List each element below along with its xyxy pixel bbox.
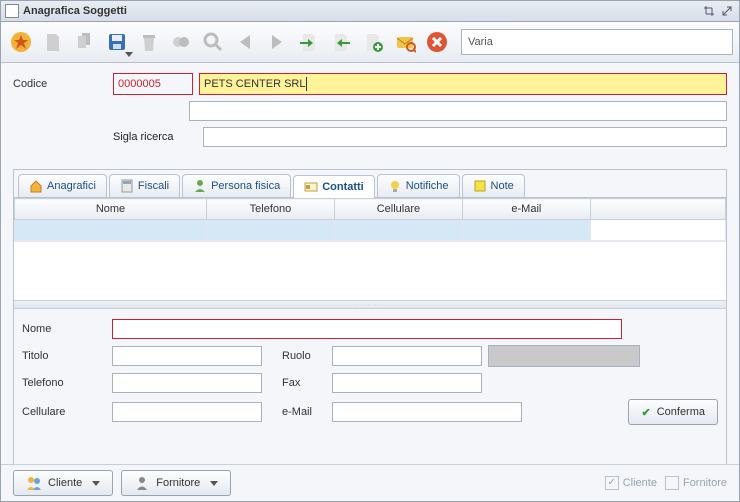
add-doc-button[interactable] — [359, 28, 387, 56]
person-icon — [193, 179, 207, 193]
mode-text: Varia — [468, 36, 493, 48]
titolo-label: Titolo — [22, 350, 112, 362]
import-button[interactable] — [295, 28, 323, 56]
grid-empty-area — [14, 241, 726, 300]
email-label: e-Mail — [282, 406, 332, 418]
tab-notifiche[interactable]: Notifiche — [377, 174, 460, 197]
home-icon — [29, 179, 43, 193]
header-form: Codice 0000005 PETS CENTER SRL Sigla ric… — [1, 63, 739, 163]
email-input[interactable] — [332, 402, 522, 422]
close-button[interactable] — [423, 28, 451, 56]
next-button[interactable] — [263, 28, 291, 56]
calc-icon — [120, 179, 134, 193]
fornitore-checkbox: Fornitore — [665, 476, 727, 490]
favorite-button[interactable] — [7, 28, 35, 56]
window: Anagrafica Soggetti Varia Codice 000000 — [0, 0, 740, 502]
sigla-field[interactable] — [203, 127, 727, 147]
splitter[interactable]: · · · · · — [14, 300, 726, 309]
tab-bar: Anagrafici Fiscali Persona fisica Contat… — [14, 170, 726, 197]
conferma-button[interactable]: ✔ Conferma — [628, 399, 718, 425]
telefono-input[interactable] — [112, 373, 262, 393]
users-icon — [26, 475, 42, 491]
link-button[interactable] — [167, 28, 195, 56]
restore-icon[interactable] — [719, 4, 735, 18]
col-nome[interactable]: Nome — [15, 199, 207, 220]
cellulare-label: Cellulare — [22, 406, 112, 418]
ruolo-input[interactable] — [332, 346, 482, 366]
tab-anagrafici[interactable]: Anagrafici — [18, 174, 107, 197]
app-icon — [5, 4, 19, 18]
col-telefono[interactable]: Telefono — [206, 199, 334, 220]
table-header: Nome Telefono Cellulare e-Mail — [15, 199, 726, 220]
nome-label: Nome — [22, 323, 112, 335]
cellulare-input[interactable] — [112, 402, 262, 422]
fornitore-button[interactable]: Fornitore — [121, 470, 231, 496]
contact-form: Nome Titolo Ruolo Telefono Fax Cellulare — [14, 309, 726, 469]
window-title: Anagrafica Soggetti — [23, 5, 701, 17]
secondary-name-field[interactable] — [189, 101, 727, 121]
titolo-input[interactable] — [112, 346, 262, 366]
sigla-label: Sigla ricerca — [13, 131, 203, 143]
fax-input[interactable] — [332, 373, 482, 393]
ruolo-label: Ruolo — [282, 350, 332, 362]
telefono-label: Telefono — [22, 377, 112, 389]
detail-panel: Anagrafici Fiscali Persona fisica Contat… — [13, 169, 727, 470]
save-button[interactable] — [103, 28, 131, 56]
card-icon — [304, 180, 318, 194]
titlebar: Anagrafica Soggetti — [1, 1, 739, 22]
text-cursor — [306, 77, 307, 91]
maximize-icon[interactable] — [701, 4, 717, 18]
bulb-icon — [388, 179, 402, 193]
tab-persona-fisica[interactable]: Persona fisica — [182, 174, 291, 197]
copy-button[interactable] — [71, 28, 99, 56]
col-spare — [590, 199, 725, 220]
cliente-checkbox: ✓Cliente — [605, 476, 657, 490]
contacts-table[interactable]: Nome Telefono Cellulare e-Mail — [14, 198, 726, 241]
mail-button[interactable] — [391, 28, 419, 56]
contacts-grid: Nome Telefono Cellulare e-Mail — [14, 197, 726, 300]
note-icon — [473, 179, 487, 193]
disabled-field — [488, 345, 640, 367]
tab-note[interactable]: Note — [462, 174, 525, 197]
footer: Cliente Fornitore ✓Cliente Fornitore — [1, 464, 739, 501]
table-row[interactable] — [15, 220, 726, 241]
toolbar: Varia — [1, 22, 739, 63]
mode-field: Varia — [461, 29, 733, 55]
ragione-sociale-field[interactable]: PETS CENTER SRL — [199, 73, 727, 95]
nome-input[interactable] — [112, 319, 622, 339]
codice-label: Codice — [13, 78, 113, 90]
fax-label: Fax — [282, 377, 332, 389]
col-email[interactable]: e-Mail — [462, 199, 590, 220]
delete-button[interactable] — [135, 28, 163, 56]
export-button[interactable] — [327, 28, 355, 56]
codice-field[interactable]: 0000005 — [113, 73, 193, 95]
tab-contatti[interactable]: Contatti — [293, 175, 375, 198]
prev-button[interactable] — [231, 28, 259, 56]
new-button[interactable] — [39, 28, 67, 56]
col-cellulare[interactable]: Cellulare — [334, 199, 462, 220]
check-icon: ✔ — [641, 406, 650, 419]
search-button[interactable] — [199, 28, 227, 56]
user-icon — [134, 475, 150, 491]
tab-fiscali[interactable]: Fiscali — [109, 174, 180, 197]
window-buttons — [701, 4, 735, 18]
cliente-button[interactable]: Cliente — [13, 470, 113, 496]
